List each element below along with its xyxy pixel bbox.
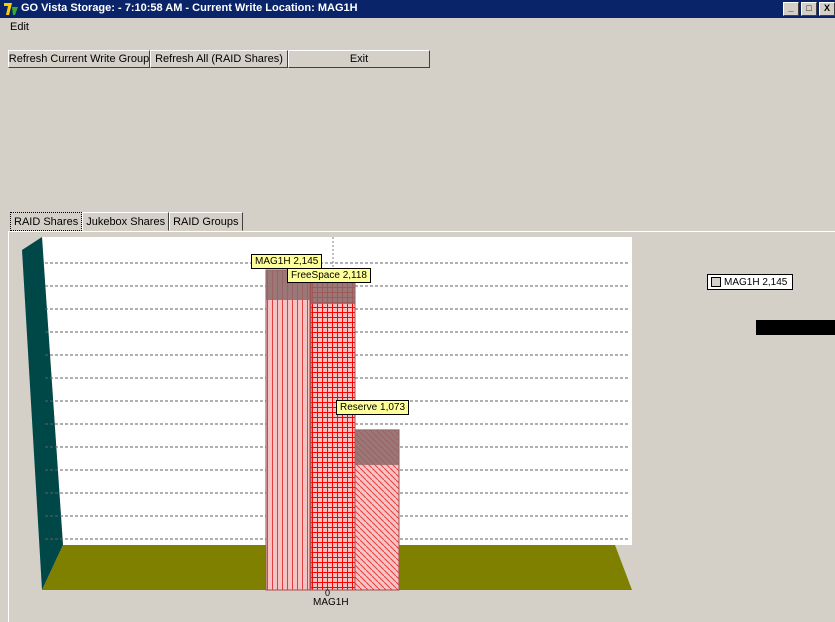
- bar-mag1h: [265, 269, 311, 591]
- bar-freespace: [310, 273, 356, 591]
- legend-swatch: [711, 277, 721, 287]
- tooltip-reserve: Reserve 1,073: [336, 400, 410, 415]
- legend-label: MAG1H 2,145: [724, 276, 788, 288]
- tooltip-mag1h: MAG1H 2,145: [251, 254, 323, 269]
- tooltip-freespace: FreeSpace 2,118: [287, 268, 371, 283]
- raid-shares-chart: [22, 237, 632, 591]
- black-bar: [756, 320, 835, 335]
- bar-top-reserve: [355, 429, 399, 465]
- x-axis-label: MAG1H: [313, 597, 349, 608]
- chart-legend: MAG1H 2,145: [707, 274, 793, 290]
